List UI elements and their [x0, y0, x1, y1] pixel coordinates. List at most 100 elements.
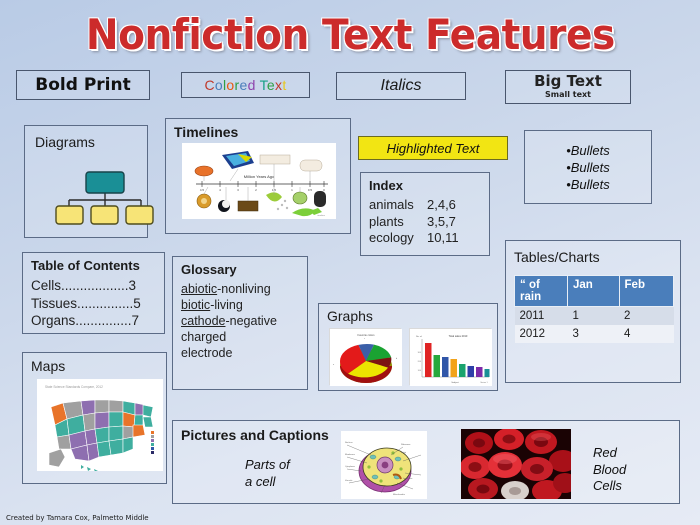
svg-text:Cytoplasm: Cytoplasm: [345, 465, 355, 468]
table-header-cell: “ of rain: [513, 275, 569, 307]
index-term: ecology: [369, 230, 414, 246]
table-row: 2011 1 2: [514, 306, 674, 325]
table-cell: 1: [567, 306, 620, 325]
index-entry: plants 3,5,7: [369, 214, 459, 231]
glossary-definition: -negative: [225, 314, 277, 328]
svg-text:timeline: timeline: [317, 214, 325, 217]
section-tables-charts: Tables/Charts “ of rain Jan Feb 2011 1 2…: [505, 240, 681, 383]
glossary-definition: charged: [181, 330, 227, 344]
table-cell: 2: [619, 306, 674, 325]
glossary-term: abiotic: [181, 282, 218, 296]
svg-text:Series 1: Series 1: [480, 382, 488, 384]
colored-text-letter-1: o: [214, 77, 223, 93]
highlighted-text-label: Highlighted Text: [386, 140, 480, 156]
svg-text:Lysosome: Lysosome: [403, 478, 413, 480]
svg-text:0.5: 0.5: [308, 188, 313, 192]
table-cell: 2011: [514, 306, 568, 325]
svg-text:Mitochondria: Mitochondria: [393, 493, 406, 496]
bar-chart-image: Total sales 2010 No. of 100 200 300 Subjec…: [409, 328, 492, 386]
index-pages: 3,5,7: [427, 213, 456, 229]
section-timelines: Timelines Million Years Ago 4.5 4 3 2 1.5 1 …: [165, 118, 351, 234]
toc-entry: Tissues...............5: [31, 295, 141, 311]
colored-text-letter-11: t: [282, 77, 287, 93]
svg-text:Favorite colors: Favorite colors: [357, 333, 375, 337]
index-entry: animals 2,4,6: [369, 197, 459, 214]
glossary-entry: biotic-living: [181, 297, 277, 313]
section-diagrams: Diagrams: [24, 125, 154, 238]
bullet-item-2: •Bullets: [566, 159, 610, 175]
colored-text-letter-3: o: [226, 77, 235, 93]
animal-cell-image: Nucleus Membrane Cytoplasm Vacuole Ribosom…: [341, 431, 427, 499]
svg-text:Golgi: Golgi: [401, 452, 406, 454]
caption-parts-of-a-cell: Parts of a cell: [245, 457, 290, 490]
section-bullets: •Bullets •Bullets •Bullets: [524, 130, 652, 204]
feature-bold-print: Bold Print: [16, 70, 150, 100]
colored-text-letter-8: T: [259, 77, 267, 93]
map-image: State Science Standards Compare, 2012: [37, 379, 163, 471]
caption-line: Parts of: [245, 457, 290, 472]
graphs-heading: Graphs: [327, 308, 373, 324]
big-text-label: Big Text: [534, 72, 602, 91]
credit-line: Created by Tamara Cox, Palmetto Middle: [6, 514, 149, 522]
index-term: animals: [369, 197, 414, 212]
table-row: 2012 3 4: [514, 325, 674, 343]
index-pages: 2,4,6: [427, 197, 456, 212]
svg-text:Million Years Ago: Million Years Ago: [244, 174, 275, 179]
toc-entry: Cells..................3: [31, 278, 137, 293]
glossary-term: cathode: [181, 314, 226, 328]
caption-line: a cell: [245, 473, 276, 489]
index-pages: 10,11: [427, 230, 459, 246]
table-header-row: “ of rain Jan Feb: [513, 275, 675, 307]
diagram-tree-icon: [55, 171, 154, 225]
timelines-heading: Timelines: [174, 124, 239, 140]
table-cell: 4: [619, 325, 674, 343]
maps-heading: Maps: [31, 358, 66, 374]
caption-red-blood-cells: Red Blood Cells: [593, 445, 626, 495]
small-text-label: Small text: [545, 89, 591, 99]
section-maps: Maps State Science Standards Compare, 20…: [22, 352, 167, 484]
glossary-entry: charged: [181, 329, 277, 345]
caption-line: Blood: [593, 461, 627, 477]
glossary-entry: abiotic-nonliving: [181, 281, 277, 297]
colored-text-letter-5: e: [239, 77, 248, 93]
glossary-definition: -nonliving: [217, 282, 271, 296]
index-term: plants: [369, 213, 404, 229]
table-cell: 2012: [514, 325, 568, 343]
bullet-item-1: •Bullets: [566, 142, 610, 158]
bold-print-label: Bold Print: [35, 75, 131, 95]
glossary-definition: -living: [210, 298, 243, 312]
colored-text-label: Colored Text: [204, 77, 286, 93]
glossary-definition: electrode: [181, 346, 233, 360]
colored-text-letter-6: d: [247, 77, 256, 93]
index-entry: ecology 10,11: [369, 230, 459, 247]
section-pictures-captions: Pictures and Captions Parts of a cell Nu…: [172, 420, 680, 504]
section-graphs: Graphs Favorite colors abc Total sales 2…: [318, 303, 498, 391]
timeline-image: Million Years Ago 4.543 21.51 0.50: [182, 143, 336, 219]
glossary-entry: electrode: [181, 345, 277, 361]
glossary-entry: cathode-negative: [181, 313, 277, 329]
toc-heading: Table of Contents: [31, 258, 140, 273]
section-table-of-contents: Table of Contents Cells.................…: [22, 252, 165, 334]
italics-label: Italics: [380, 77, 422, 94]
glossary-heading: Glossary: [181, 262, 237, 277]
svg-text:No. of: No. of: [416, 336, 422, 338]
table-header-cell: Jan: [567, 275, 620, 307]
diagrams-heading: Diagrams: [35, 134, 95, 150]
page-title: Nonfiction Text Features: [85, 10, 615, 59]
rainfall-table: “ of rain Jan Feb 2011 1 2 2012 3 4: [513, 275, 675, 343]
highlighted-text-box: Highlighted Text: [358, 136, 508, 160]
pie-chart-image: Favorite colors abc: [329, 328, 402, 386]
red-blood-cells-image: [461, 429, 571, 499]
section-index: Index animals 2,4,6 plants 3,5,7 ecology…: [360, 172, 490, 256]
colored-text-letter-9: e: [266, 77, 275, 93]
poster-title-wrap: Nonfiction Text Features: [0, 10, 700, 59]
colored-text-letter-0: C: [204, 77, 215, 93]
svg-text:4.5: 4.5: [200, 188, 205, 192]
toc-entry: Organs...............7: [31, 313, 140, 329]
svg-text:Total sales 2010: Total sales 2010: [449, 334, 468, 338]
section-glossary: Glossary abiotic-nonliving biotic-living…: [172, 256, 308, 390]
svg-text:Subject: Subject: [451, 381, 459, 384]
feature-big-small-text: Big Text Small text: [505, 70, 631, 104]
feature-italics: Italics: [336, 72, 466, 100]
table-header-cell: Feb: [618, 275, 675, 307]
